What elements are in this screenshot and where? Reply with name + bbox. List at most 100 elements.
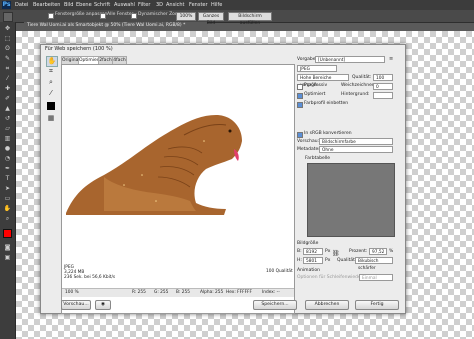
quality-input[interactable]: 100 (373, 74, 393, 81)
height-input[interactable]: 5801 (303, 257, 323, 264)
resize-windows-checkbox[interactable] (48, 13, 54, 19)
status-zoom[interactable]: 100 % (65, 289, 79, 297)
menu-bild[interactable]: Bild (64, 1, 73, 9)
preview-mode-label: Vorschau: (297, 139, 320, 144)
loop-select[interactable]: Einmal (359, 274, 393, 281)
shape-tool-icon[interactable]: ▭ (3, 195, 12, 202)
cancel-button[interactable]: Abbrechen (305, 300, 349, 310)
preview-quality: 100 Qualität (266, 269, 293, 274)
format-select[interactable]: JPEG (297, 65, 337, 72)
menu-fenster[interactable]: Fenster (189, 1, 208, 9)
eraser-tool-icon[interactable]: ▱ (3, 125, 12, 132)
history-brush-tool-icon[interactable]: ↺ (3, 115, 12, 122)
preview-info: JPEG 3,224 MB 236 Sek. bei 56,6 Kbit/s (64, 265, 115, 280)
blur-tool-icon[interactable]: ● (3, 145, 12, 152)
link-icon[interactable]: ⛓ (332, 250, 340, 257)
embed-profile-checkbox[interactable] (297, 102, 303, 108)
preset-label: Vorgabe: (297, 57, 318, 62)
preset-select[interactable]: [Unbenannt] (315, 56, 385, 63)
preview-status-bar: 100 % R: 255 G: 255 B: 255 Alpha: 255 He… (62, 288, 294, 297)
preview-mode-select[interactable]: Bildschirmfarbe (319, 138, 393, 145)
fill-screen-button[interactable]: Bildschirm ausfüllen (228, 12, 272, 26)
matte-label: Hintergrund: (341, 92, 370, 97)
height-unit: Px (325, 258, 331, 263)
hand-icon[interactable]: ✋ (46, 56, 58, 67)
lasso-tool-icon[interactable]: ʘ (3, 45, 12, 52)
optimized-preview[interactable]: JPEG 3,224 MB 236 Sek. bei 56,6 Kbit/s 1… (61, 64, 295, 314)
menu-3d[interactable]: 3D (156, 1, 163, 9)
quick-select-tool-icon[interactable]: ✎ (3, 55, 12, 62)
document-tab[interactable]: Tiere Wal Uomi.ai als Smartobjekt @ 50% … (24, 22, 207, 30)
blur-label: Weichzeichnen: (341, 83, 377, 88)
dodge-tool-icon[interactable]: ◔ (3, 155, 12, 162)
screen-mode-icon[interactable]: ▣ (3, 254, 12, 261)
type-tool-icon[interactable]: T (3, 175, 12, 182)
optimized-checkbox[interactable] (297, 93, 303, 99)
photoshop-logo: Ps (2, 1, 11, 9)
color-table-label: Farbtabelle (305, 156, 331, 161)
matte-select[interactable] (373, 92, 393, 99)
brush-tool-icon[interactable]: ✐ (3, 95, 12, 102)
color-table[interactable] (307, 163, 395, 237)
status-r: R: 255 (132, 290, 146, 295)
convert-srgb-label: In sRGB konvertieren (304, 131, 352, 136)
all-windows-checkbox[interactable] (100, 13, 106, 19)
browser-preview-button[interactable]: ◉ (95, 300, 111, 310)
quick-mask-icon[interactable]: ◙ (3, 244, 12, 251)
eyedropper-tool-icon[interactable]: ⁄ (3, 75, 12, 82)
percent-input[interactable]: 97,52 (369, 248, 387, 255)
width-label: B: (297, 249, 302, 254)
menu-datei[interactable]: Datei (15, 1, 28, 9)
menu-bearbeiten[interactable]: Bearbeiten (33, 1, 60, 9)
metadata-select[interactable]: Ohne (319, 146, 393, 153)
healing-tool-icon[interactable]: ✚ (3, 85, 12, 92)
preview-button[interactable]: Vorschau... (61, 300, 91, 310)
fit-screen-button[interactable]: Ganzes Bild (198, 12, 224, 26)
path-select-tool-icon[interactable]: ➤ (3, 185, 12, 192)
settings-menu-icon[interactable]: ≡ (389, 56, 393, 62)
height-label: H: (297, 258, 302, 263)
eyedropper-color-swatch[interactable] (47, 102, 55, 110)
menu-auswahl[interactable]: Auswahl (114, 1, 135, 9)
menu-schrift[interactable]: Schrift (94, 1, 110, 9)
tools-panel: ✥ ⬚ ʘ ✎ ⌗ ⁄ ✚ ✐ ▲ ↺ ▱ ▥ ● ◔ ✒ T ➤ ▭ ✋ ⌕ … (0, 22, 16, 339)
menu-ebene[interactable]: Ebene (76, 1, 92, 9)
width-unit: Px (325, 249, 331, 254)
move-tool-icon[interactable]: ✥ (3, 25, 12, 32)
slice-select-icon[interactable]: ⌗ (46, 67, 56, 76)
pen-tool-icon[interactable]: ✒ (3, 165, 12, 172)
blur-input[interactable]: 0 (373, 83, 393, 90)
preview-download-time: 236 Sek. bei 56,6 Kbit/s (64, 275, 116, 280)
crop-tool-icon[interactable]: ⌗ (3, 65, 12, 72)
zoom-tool-sidebar-icon[interactable]: ⌕ (3, 215, 12, 222)
hand-tool-icon[interactable]: ✋ (3, 205, 12, 212)
status-alpha: Alpha: 255 (200, 290, 224, 295)
width-input[interactable]: 8192 (303, 248, 323, 255)
dialog-title: Für Web speichern (100 %) (45, 46, 113, 52)
stamp-tool-icon[interactable]: ▲ (3, 105, 12, 112)
menu-filter[interactable]: Filter (138, 1, 150, 9)
progressive-checkbox[interactable] (297, 84, 303, 90)
menu-hilfe[interactable]: Hilfe (211, 1, 222, 9)
done-button[interactable]: Fertig (355, 300, 399, 310)
marquee-tool-icon[interactable]: ⬚ (3, 35, 12, 42)
save-for-web-dialog: Für Web speichern (100 %) ✋ ⌗ ⌕ ⁄ ▦ Orig… (40, 44, 406, 314)
zoom-icon[interactable]: ⌕ (46, 78, 56, 87)
foreground-color-swatch[interactable] (3, 229, 12, 238)
eyedropper-icon[interactable]: ⁄ (46, 89, 56, 98)
walrus-image (66, 115, 242, 215)
status-hex: Hex: FFFFFF (226, 290, 252, 295)
save-button[interactable]: Speichern... (253, 300, 297, 310)
quality-mode-select[interactable]: Hohe Bereiche vergröß... (297, 74, 349, 88)
resample-select[interactable]: Bikubisch schärfer (355, 257, 393, 271)
zoom-100-button[interactable]: 100% (176, 12, 196, 21)
zoom-tool-icon[interactable] (3, 12, 13, 22)
dynamic-zoom-checkbox[interactable] (131, 13, 137, 19)
optimized-label: Optimiert (304, 92, 326, 97)
status-b: B: 255 (176, 290, 190, 295)
status-g: G: 255 (154, 290, 169, 295)
toggle-slices-icon[interactable]: ▦ (46, 114, 56, 123)
gradient-tool-icon[interactable]: ▥ (3, 135, 12, 142)
animation-label: Animation (297, 268, 320, 273)
menu-ansicht[interactable]: Ansicht (166, 1, 184, 9)
